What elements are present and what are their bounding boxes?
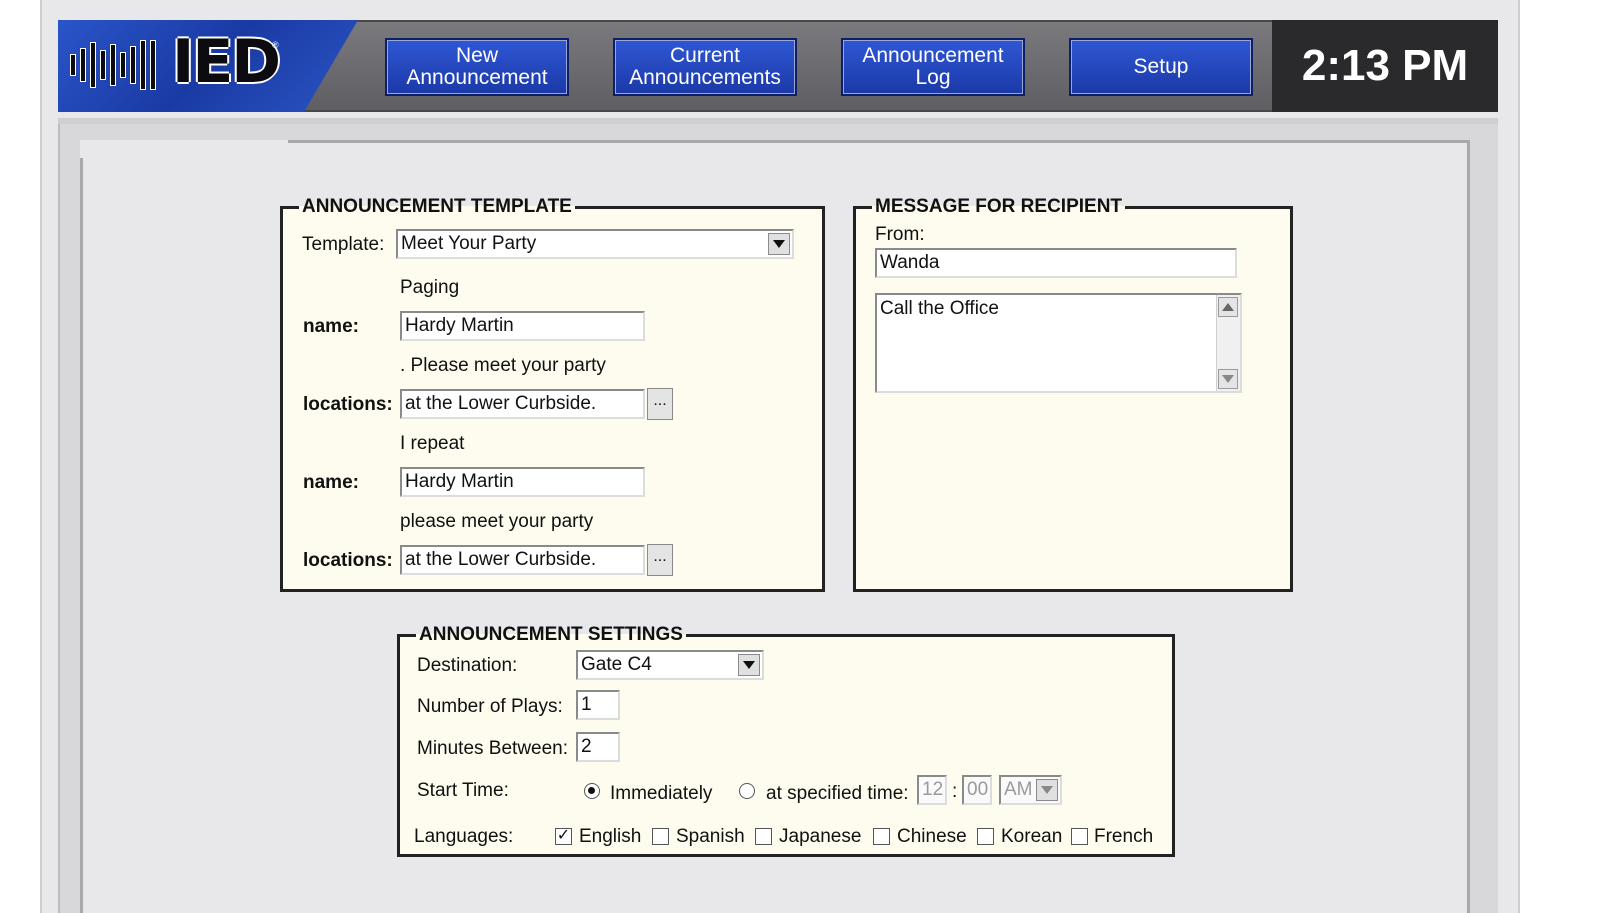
nav-setup-button[interactable]: Setup: [1069, 38, 1253, 96]
language-chinese-checkbox[interactable]: [873, 828, 890, 845]
message-scrollbar[interactable]: [1216, 295, 1240, 391]
language-japanese-label: Japanese: [779, 826, 862, 847]
language-spanish-label: Spanish: [676, 826, 745, 847]
name-input-2[interactable]: Hardy Martin: [400, 467, 645, 497]
language-korean-label: Korean: [1001, 826, 1063, 847]
language-french-label: French: [1094, 826, 1154, 847]
language-japanese-checkbox[interactable]: [755, 828, 772, 845]
chevron-down-icon[interactable]: [1036, 779, 1058, 801]
destination-select-value: Gate C4: [581, 654, 652, 675]
name-label-1: name:: [303, 316, 359, 337]
template-text-please: please meet your party: [400, 511, 594, 532]
start-time-label: Start Time:: [417, 780, 509, 801]
template-select[interactable]: Meet Your Party: [396, 229, 794, 259]
chevron-down-icon[interactable]: [738, 654, 760, 676]
template-label: Template:: [302, 234, 385, 255]
ampm-select-value: AM: [1004, 779, 1033, 800]
destination-label: Destination:: [417, 655, 518, 676]
from-input[interactable]: Wanda: [875, 248, 1237, 278]
minute-input[interactable]: 00: [962, 775, 992, 805]
name-input-1[interactable]: Hardy Martin: [400, 311, 645, 341]
locations-input-2[interactable]: at the Lower Curbside.: [400, 545, 645, 575]
message-panel-legend: MESSAGE FOR RECIPIENT: [875, 196, 1123, 217]
name-label-2: name:: [303, 472, 359, 493]
announcement-settings-legend: ANNOUNCEMENT SETTINGS: [419, 624, 683, 645]
language-chinese-label: Chinese: [897, 826, 967, 847]
immediately-radio[interactable]: [584, 783, 600, 799]
destination-select[interactable]: Gate C4: [576, 650, 764, 680]
language-english-checkbox[interactable]: ✓: [555, 828, 572, 845]
logo-text: IED: [172, 27, 281, 97]
specified-time-label: at specified time:: [766, 783, 909, 804]
immediately-label: Immediately: [610, 783, 713, 804]
logo-bars-icon: [70, 40, 156, 90]
locations-label-1: locations:: [303, 394, 393, 415]
language-spanish-checkbox[interactable]: [652, 828, 669, 845]
language-french-checkbox[interactable]: [1071, 828, 1088, 845]
template-text-paging: Paging: [400, 277, 460, 298]
chevron-down-icon[interactable]: [768, 233, 790, 255]
plays-label: Number of Plays:: [417, 696, 563, 717]
language-english-label: English: [579, 826, 642, 847]
scroll-down-icon[interactable]: [1218, 369, 1238, 389]
message-textarea[interactable]: Call the Office: [875, 293, 1242, 393]
locations-browse-button-1[interactable]: ...: [647, 388, 673, 420]
announcement-template-legend: ANNOUNCEMENT TEMPLATE: [302, 196, 572, 217]
locations-browse-button-2[interactable]: ...: [647, 544, 673, 576]
nav-new-announcement-button[interactable]: New Announcement: [385, 38, 569, 96]
template-text-meet: . Please meet your party: [400, 355, 606, 376]
languages-label: Languages:: [414, 826, 514, 847]
scroll-up-icon[interactable]: [1218, 297, 1238, 317]
minutes-input[interactable]: 2: [576, 732, 620, 762]
plays-input[interactable]: 1: [576, 690, 620, 720]
clock-display: 2:13 PM: [1272, 20, 1498, 112]
language-korean-checkbox[interactable]: [977, 828, 994, 845]
ampm-select[interactable]: AM: [999, 775, 1062, 805]
nav-current-announcements-button[interactable]: Current Announcements: [613, 38, 797, 96]
specified-time-radio[interactable]: [739, 783, 755, 799]
locations-input-1[interactable]: at the Lower Curbside.: [400, 389, 645, 419]
time-separator: :: [952, 781, 958, 802]
nav-announcement-log-button[interactable]: Announcement Log: [841, 38, 1025, 96]
template-text-repeat: I repeat: [400, 433, 465, 454]
locations-label-2: locations:: [303, 550, 393, 571]
from-label: From:: [875, 224, 925, 245]
message-text: Call the Office: [880, 298, 999, 319]
logo-registered-mark: ®: [272, 40, 279, 50]
template-select-value: Meet Your Party: [401, 233, 537, 254]
tab-notch: [80, 140, 288, 158]
minutes-label: Minutes Between:: [417, 738, 569, 759]
hour-input[interactable]: 12: [917, 775, 947, 805]
